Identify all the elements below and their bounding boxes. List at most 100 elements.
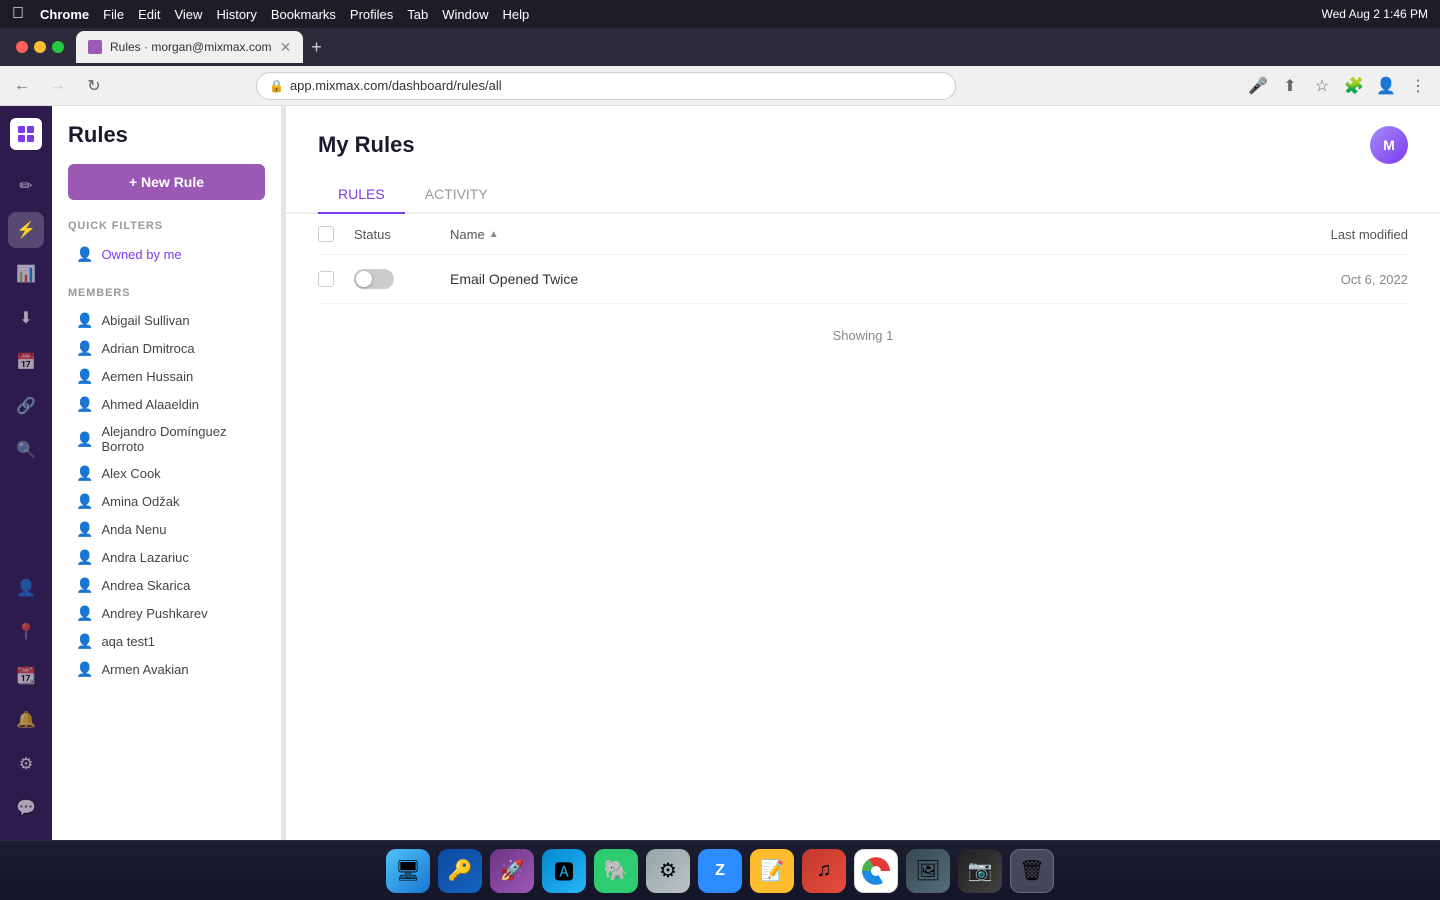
menubar-right: Wed Aug 2 1:46 PM	[1321, 7, 1428, 21]
menu-profiles[interactable]: Profiles	[350, 7, 393, 22]
rule-name-cell: Email Opened Twice	[450, 271, 1272, 287]
member-item[interactable]: 👤Anda Nenu	[68, 516, 265, 543]
dock-evernote[interactable]: 🐘	[594, 849, 638, 893]
main-header: My Rules M	[286, 106, 1440, 164]
person-icon[interactable]: 👤	[8, 570, 44, 606]
member-avatar-icon: 👤	[76, 493, 93, 510]
member-item[interactable]: 👤Andrey Pushkarev	[68, 600, 265, 627]
app-container: ✏ ⚡ 📊 ⬇ 📅 🔗 🔍 👤 📍 📆 🔔 ⚙ 💬 Rules + New Ru…	[0, 106, 1440, 840]
location-icon[interactable]: 📍	[8, 614, 44, 650]
tab-activity[interactable]: ACTIVITY	[405, 176, 508, 214]
calendar2-icon[interactable]: 📆	[8, 658, 44, 694]
menu-bookmarks[interactable]: Bookmarks	[271, 7, 336, 22]
new-rule-button[interactable]: + New Rule	[68, 164, 265, 200]
dock-launchpad[interactable]: 🚀	[490, 849, 534, 893]
share-icon[interactable]: ⬆	[1276, 72, 1304, 100]
menu-edit[interactable]: Edit	[138, 7, 160, 22]
dock-music[interactable]: ♫	[802, 849, 846, 893]
chrome-toolbar-actions: 🎤 ⬆ ☆ 🧩 👤 ⋮	[1244, 72, 1432, 100]
active-tab[interactable]: Rules · morgan@mixmax.com ✕	[76, 31, 303, 63]
address-bar[interactable]: 🔒 app.mixmax.com/dashboard/rules/all	[256, 72, 956, 100]
dock-screencapture[interactable]: 📷	[958, 849, 1002, 893]
download-icon[interactable]: ⬇	[8, 300, 44, 336]
apple-menu[interactable]: 	[12, 5, 24, 23]
mic-icon[interactable]: 🎤	[1244, 72, 1272, 100]
menu-window[interactable]: Window	[442, 7, 488, 22]
settings-icon[interactable]: ⚙	[8, 746, 44, 782]
member-item[interactable]: 👤aqa test1	[68, 628, 265, 655]
member-item[interactable]: 👤Amina Odžak	[68, 488, 265, 515]
member-name: Abigail Sullivan	[101, 313, 189, 328]
dock-trash[interactable]: 🗑	[1010, 849, 1054, 893]
chat-icon[interactable]: 💬	[8, 790, 44, 826]
dock-zoom[interactable]: Z	[698, 849, 742, 893]
profile-icon[interactable]: 👤	[1372, 72, 1400, 100]
rule-name[interactable]: Email Opened Twice	[450, 271, 578, 287]
reload-button[interactable]: ↻	[80, 72, 108, 100]
menu-tab[interactable]: Tab	[407, 7, 428, 22]
rule-toggle[interactable]	[354, 269, 394, 289]
menu-help[interactable]: Help	[503, 7, 530, 22]
tab-rules[interactable]: RULES	[318, 176, 405, 214]
tabs-bar: RULES ACTIVITY	[286, 164, 1440, 214]
dock-preferences[interactable]: ⚙	[646, 849, 690, 893]
extensions-icon[interactable]: 🧩	[1340, 72, 1368, 100]
member-item[interactable]: 👤Adrian Dmitroca	[68, 335, 265, 362]
menu-chrome[interactable]: Chrome	[40, 7, 89, 22]
member-name: Alejandro Domínguez Borroto	[101, 424, 257, 454]
owned-by-me-label: Owned by me	[101, 247, 181, 262]
bell-icon[interactable]: 🔔	[8, 702, 44, 738]
header-checkbox-cell	[318, 226, 338, 242]
member-item[interactable]: 👤Abigail Sullivan	[68, 307, 265, 334]
user-avatar[interactable]: M	[1370, 126, 1408, 164]
member-item[interactable]: 👤Ahmed Alaaeldin	[68, 391, 265, 418]
member-item[interactable]: 👤 Andra Lazariuc	[68, 544, 265, 571]
page-title: My Rules	[318, 132, 415, 158]
sidebar-title: Rules	[68, 122, 265, 148]
forward-button[interactable]: →	[44, 72, 72, 100]
compose-icon[interactable]: ✏	[8, 168, 44, 204]
dock-preview[interactable]: 🖼	[906, 849, 950, 893]
dock-1password[interactable]: 🔑	[438, 849, 482, 893]
member-name: aqa test1	[101, 634, 155, 649]
owned-by-me-filter[interactable]: 👤 Owned by me	[68, 240, 265, 269]
members-section: MEMBERS 👤Abigail Sullivan👤Adrian Dmitroc…	[68, 287, 265, 683]
dock-chrome[interactable]	[854, 849, 898, 893]
back-button[interactable]: ←	[8, 72, 36, 100]
integrations-icon[interactable]: 🔗	[8, 388, 44, 424]
chrome-menu-icon[interactable]: ⋮	[1404, 72, 1432, 100]
maximize-window-button[interactable]	[52, 41, 64, 53]
calendar-icon[interactable]: 📅	[8, 344, 44, 380]
analytics-icon[interactable]: 📊	[8, 256, 44, 292]
close-window-button[interactable]	[16, 41, 28, 53]
tab-close-button[interactable]: ✕	[280, 39, 292, 56]
dock-finder[interactable]: 🖥	[386, 849, 430, 893]
new-tab-button[interactable]: +	[311, 37, 322, 58]
member-name: Andra Lazariuc	[101, 550, 188, 565]
dock-appstore[interactable]: 🅰	[542, 849, 586, 893]
members-list: 👤Abigail Sullivan👤Adrian Dmitroca👤Aemen …	[68, 307, 265, 683]
chrome-addressbar: ← → ↻ 🔒 app.mixmax.com/dashboard/rules/a…	[0, 66, 1440, 106]
member-avatar-icon: 👤	[76, 340, 93, 357]
member-avatar-icon: 👤	[76, 465, 93, 482]
member-item[interactable]: 👤Armen Avakian	[68, 656, 265, 683]
rules-icon[interactable]: ⚡	[8, 212, 44, 248]
member-item[interactable]: 👤Alex Cook	[68, 460, 265, 487]
minimize-window-button[interactable]	[34, 41, 46, 53]
tab-title: Rules · morgan@mixmax.com	[110, 40, 272, 54]
name-column-header[interactable]: Name ▲	[450, 227, 1272, 242]
member-item[interactable]: 👤Andrea Skarica	[68, 572, 265, 599]
sort-arrow-icon: ▲	[489, 229, 499, 240]
member-item[interactable]: 👤Aemen Hussain	[68, 363, 265, 390]
row-checkbox[interactable]	[318, 271, 334, 287]
dock-notes[interactable]: 📝	[750, 849, 794, 893]
bookmark-icon[interactable]: ☆	[1308, 72, 1336, 100]
menu-history[interactable]: History	[216, 7, 256, 22]
menubar:  Chrome File Edit View History Bookmark…	[0, 0, 1440, 28]
menu-view[interactable]: View	[174, 7, 202, 22]
search-icon[interactable]: 🔍	[8, 432, 44, 468]
member-item[interactable]: 👤Alejandro Domínguez Borroto	[68, 419, 265, 459]
member-avatar-icon: 👤	[76, 549, 93, 566]
select-all-checkbox[interactable]	[318, 226, 334, 242]
menu-file[interactable]: File	[103, 7, 124, 22]
